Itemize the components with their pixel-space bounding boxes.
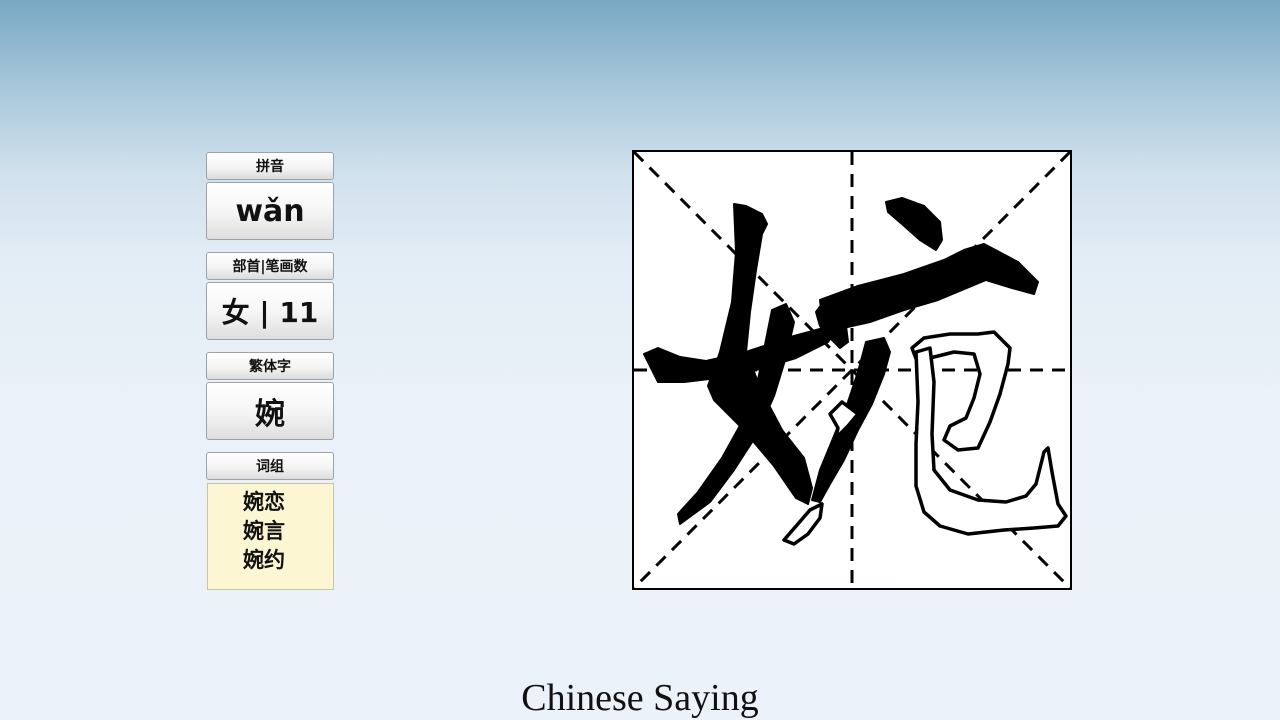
pinyin-label: 拼音 — [206, 152, 334, 180]
traditional-label: 繁体字 — [206, 352, 334, 380]
radical-stroke-label: 部首|笔画数 — [206, 252, 334, 280]
footer-title: Chinese Saying — [521, 677, 759, 719]
traditional-value: 婉 — [206, 382, 334, 440]
xi-dot-outline — [782, 502, 824, 546]
radical-stroke-value: 女 | 11 — [206, 282, 334, 340]
word-item: 婉约 — [243, 548, 285, 572]
word-item: 婉恋 — [243, 490, 285, 514]
word-item: 婉言 — [243, 519, 285, 543]
words-label: 词组 — [206, 452, 334, 480]
character-practice-grid — [632, 150, 1072, 590]
outline-strokes — [782, 330, 1068, 546]
character-stroke-drawing — [634, 152, 1070, 588]
roof-dot-stroke — [885, 197, 943, 251]
pinyin-value: wǎn — [206, 182, 334, 240]
words-list: 婉恋 婉言 婉约 — [207, 483, 334, 590]
roof-hook-stroke — [819, 243, 1039, 331]
